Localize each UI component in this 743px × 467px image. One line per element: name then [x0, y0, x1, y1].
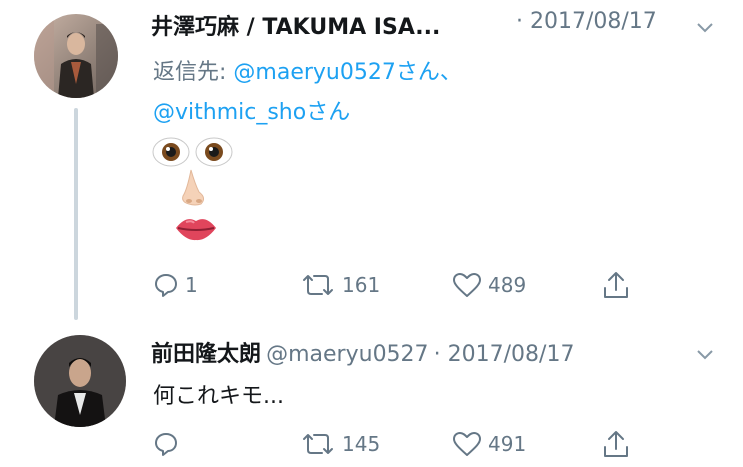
like-count: 489 [488, 273, 527, 297]
like-icon [452, 431, 482, 457]
chevron-down-icon[interactable] [697, 18, 713, 37]
reply-button[interactable]: 1 [153, 272, 198, 298]
emoji-nose [177, 168, 209, 212]
share-icon [602, 270, 630, 300]
reply-button[interactable] [153, 431, 185, 457]
tweet-date[interactable]: · 2017/08/17 [434, 342, 575, 367]
retweet-button[interactable]: 161 [300, 272, 380, 298]
emoji-eyes [152, 135, 242, 169]
share-button[interactable] [602, 429, 630, 459]
tweet-text: 何これキモ... [153, 384, 284, 409]
thread-line [74, 108, 78, 320]
tweet-date[interactable]: · 2017/08/17 [516, 9, 657, 34]
like-button[interactable]: 491 [452, 431, 526, 457]
retweet-button[interactable]: 145 [300, 431, 380, 457]
reply-count: 1 [185, 273, 198, 297]
retweet-icon [300, 272, 336, 298]
like-button[interactable]: 489 [452, 272, 526, 298]
share-icon [602, 429, 630, 459]
emoji-mouth [174, 213, 218, 247]
reply-prefix: 返信先: [153, 60, 234, 85]
tweet-2-header: 前田隆太朗 @maeryu0527 · 2017/08/17 [151, 336, 574, 368]
chevron-down-icon[interactable] [697, 345, 713, 364]
author-name[interactable]: 前田隆太朗 [151, 342, 261, 367]
avatar[interactable] [34, 335, 126, 427]
like-count: 491 [488, 432, 527, 456]
retweet-count: 145 [342, 432, 381, 456]
mention-maeryu[interactable]: @maeryu0527さん、 [233, 60, 461, 85]
like-icon [452, 272, 482, 298]
retweet-icon [300, 431, 336, 457]
reply-to: 返信先: @maeryu0527さん、 [153, 54, 462, 86]
reply-icon [153, 431, 179, 457]
retweet-count: 161 [342, 273, 381, 297]
author-handle[interactable]: @maeryu0527 [266, 342, 428, 367]
mention-vithmic[interactable]: @vithmic_shoさん [153, 100, 350, 125]
share-button[interactable] [602, 270, 630, 300]
reply-to-second: @vithmic_shoさん [153, 94, 350, 126]
author-name[interactable]: 井澤巧麻 / TAKUMA ISA... [151, 9, 440, 41]
avatar[interactable] [34, 14, 118, 98]
reply-icon [153, 272, 179, 298]
